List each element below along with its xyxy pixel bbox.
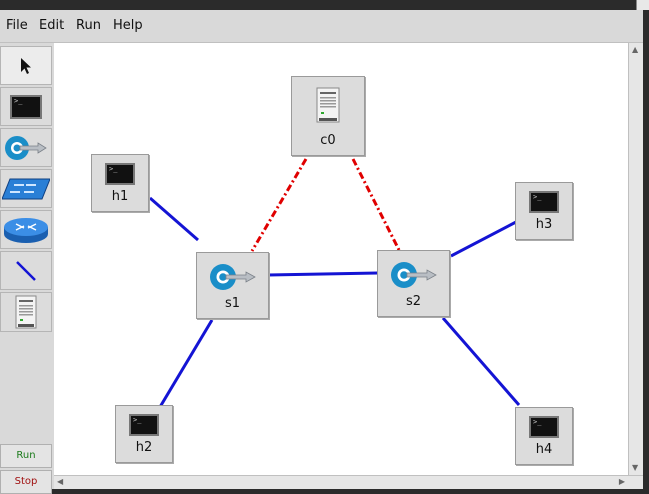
host-icon (529, 416, 559, 438)
scroll-down-icon[interactable]: ▼ (632, 463, 638, 473)
scroll-right-icon[interactable]: ▶ (619, 477, 625, 487)
node-label: s2 (405, 294, 422, 309)
tool-router[interactable] (0, 210, 52, 249)
miniedit-window: File Edit Run Help >_ Run Stop c0 >_ h1 … (0, 10, 643, 494)
legacy-switch-icon (2, 178, 50, 199)
link-s2-h3[interactable] (450, 220, 517, 258)
link-icon (16, 260, 36, 281)
node-label: h2 (135, 440, 153, 455)
node-s1[interactable]: s1 (196, 252, 269, 319)
node-h3[interactable]: h3 (515, 182, 573, 240)
pointer-icon (21, 57, 31, 74)
tool-host[interactable] (0, 87, 52, 126)
link-c0-s2[interactable] (351, 158, 401, 251)
node-c0[interactable]: c0 (291, 76, 365, 156)
node-h1[interactable]: h1 (91, 154, 149, 212)
stop-button[interactable]: Stop (0, 470, 52, 494)
link-h1-s1[interactable] (149, 196, 199, 242)
node-h4[interactable]: h4 (515, 407, 573, 465)
menu-edit[interactable]: Edit (39, 18, 64, 33)
menu-run[interactable]: Run (76, 18, 101, 33)
host-icon (529, 191, 559, 213)
node-label: h1 (111, 189, 129, 204)
menu-help[interactable]: Help (113, 18, 143, 33)
scroll-up-icon[interactable]: ▲ (632, 45, 638, 55)
vertical-scrollbar[interactable]: ▲ ▼ (628, 43, 643, 475)
link-c0-s1[interactable] (250, 158, 308, 252)
window-top-edge (0, 0, 649, 10)
stop-label: Stop (14, 476, 38, 487)
tool-switch[interactable] (0, 128, 52, 167)
scroll-left-icon[interactable]: ◀ (57, 477, 63, 487)
tool-netlink[interactable] (0, 251, 52, 290)
host-icon (129, 414, 159, 436)
link-s2-h4[interactable] (441, 317, 521, 406)
tool-controller[interactable] (0, 292, 52, 332)
menu-file[interactable]: File (6, 18, 28, 33)
switch-icon (209, 264, 256, 290)
node-label: s1 (224, 296, 241, 311)
node-h2[interactable]: h2 (115, 405, 173, 463)
topology-canvas[interactable]: c0 h1 h3 s1 (54, 43, 628, 475)
horizontal-scrollbar[interactable]: ◀ ▶ (54, 475, 643, 489)
menu-bar: File Edit Run Help (0, 10, 643, 43)
controller-icon (316, 87, 340, 123)
router-icon (4, 217, 48, 243)
tool-select[interactable] (0, 46, 52, 85)
run-label: Run (16, 450, 36, 461)
node-label: h4 (535, 442, 553, 457)
host-icon (10, 94, 42, 119)
node-label: h3 (535, 217, 553, 232)
host-icon (105, 163, 135, 185)
link-s1-s2[interactable] (267, 271, 379, 277)
window-close-button[interactable] (636, 0, 649, 10)
switch-icon (5, 135, 47, 160)
switch-icon (390, 262, 437, 288)
run-button[interactable]: Run (0, 444, 52, 468)
controller-icon (15, 295, 37, 329)
node-s2[interactable]: s2 (377, 250, 450, 317)
tool-palette: Run Stop (0, 43, 53, 494)
tool-legacy-switch[interactable] (0, 169, 52, 208)
node-label: c0 (320, 133, 336, 148)
link-s1-h2[interactable] (158, 319, 214, 408)
